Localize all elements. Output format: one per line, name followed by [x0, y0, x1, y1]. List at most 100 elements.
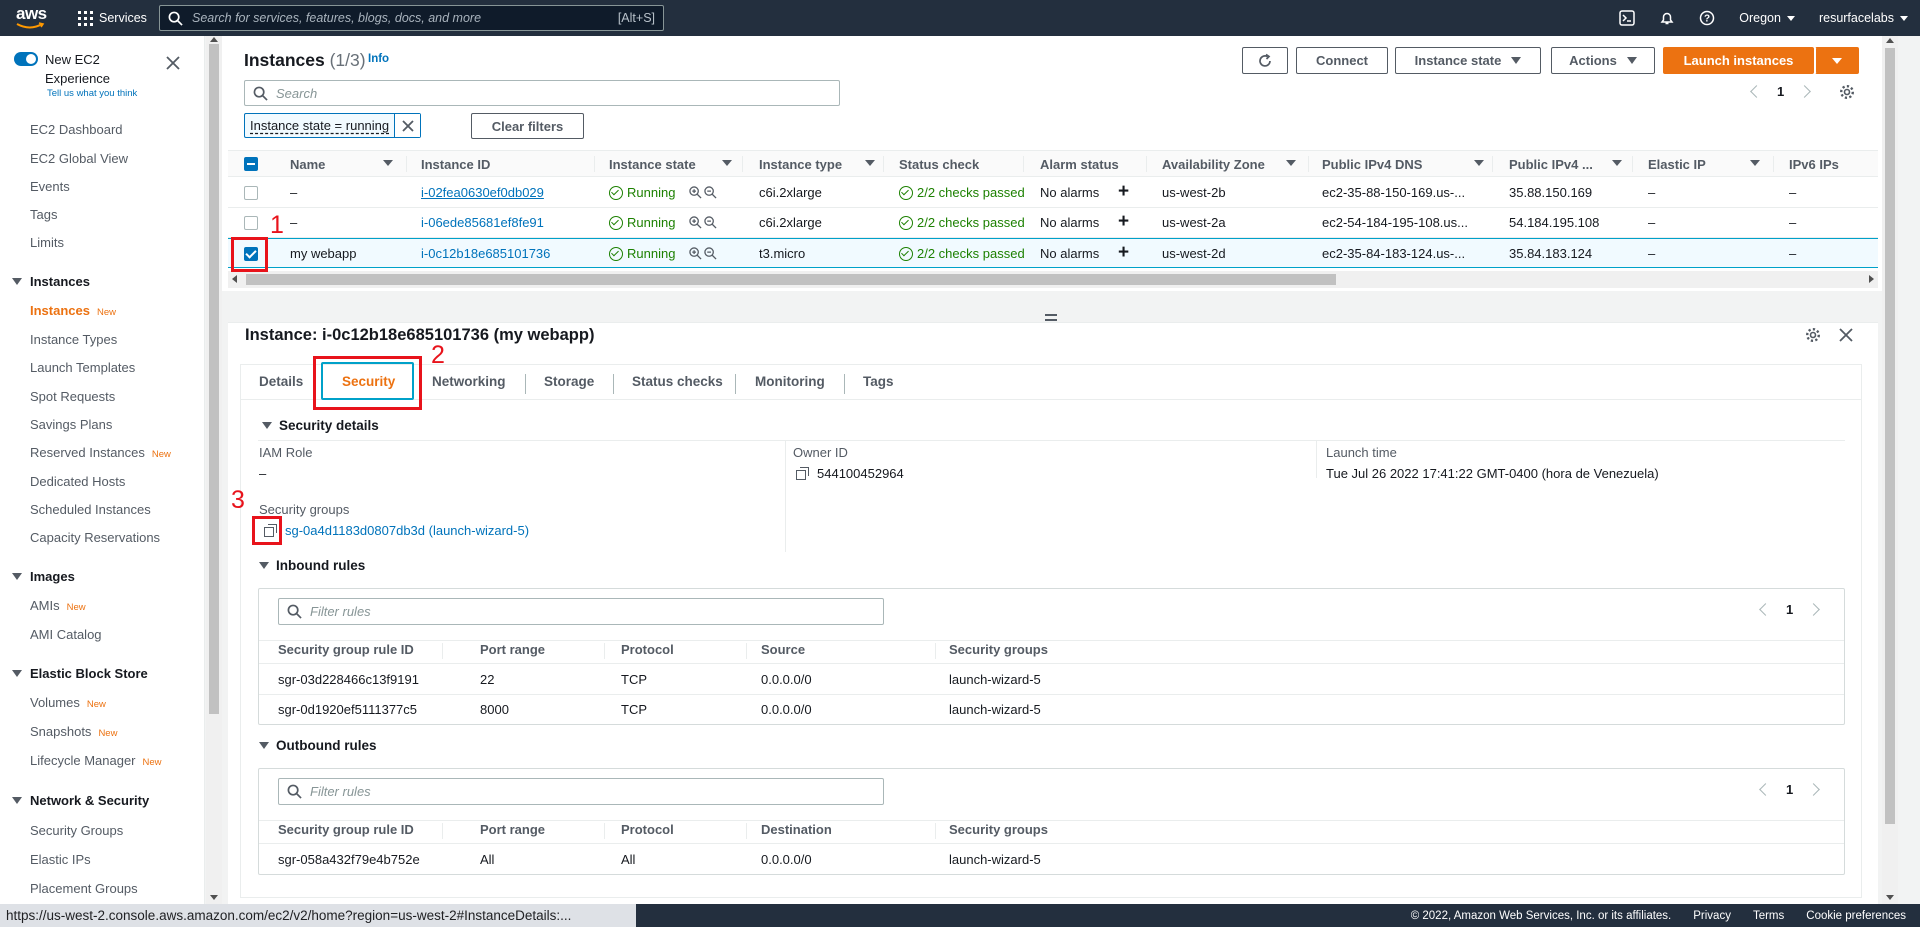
zoom-in-icon[interactable] [689, 186, 702, 199]
sidebar-item-placement-groups[interactable]: Placement Groups [30, 881, 138, 896]
table-row-selected[interactable]: my webapp i-0c12b18e685101736 Running t3… [228, 238, 1878, 268]
sidebar-item-instance-types[interactable]: Instance Types [30, 332, 117, 347]
sidebar-item-tags[interactable]: Tags [30, 207, 57, 222]
privacy-link[interactable]: Privacy [1693, 910, 1731, 922]
sidebar-item-lifecycle-manager[interactable]: Lifecycle Manager New [30, 753, 162, 768]
sidebar-item-capacity-reservations[interactable]: Capacity Reservations [30, 530, 160, 545]
chevron-right-icon[interactable] [1807, 603, 1821, 616]
add-alarm-icon[interactable]: + [1118, 242, 1129, 264]
chevron-right-icon[interactable] [1807, 783, 1821, 796]
page-vertical-scrollbar[interactable] [1882, 36, 1898, 904]
sidebar-item-ec2-dashboard[interactable]: EC2 Dashboard [30, 122, 123, 137]
global-search-input[interactable]: Search for services, features, blogs, do… [159, 5, 664, 31]
cloudshell-icon[interactable] [1618, 9, 1636, 27]
chevron-left-icon[interactable] [1759, 603, 1772, 616]
copy-icon[interactable] [796, 467, 809, 480]
table-row[interactable]: – i-06ede85681ef8fe91 Running c6i.2xlarg… [228, 208, 1878, 238]
add-alarm-icon[interactable]: + [1118, 181, 1129, 203]
sidebar-item-savings-plans[interactable]: Savings Plans [30, 417, 112, 432]
clear-filters-button[interactable]: Clear filters [471, 113, 584, 139]
sidebar-scrollbar[interactable] [206, 36, 222, 904]
page-number[interactable]: 1 [1786, 782, 1793, 797]
cell-instance-id[interactable]: i-02fea0630ef0db029 [421, 185, 544, 200]
bell-icon[interactable] [1658, 9, 1676, 27]
tab-monitoring[interactable]: Monitoring [755, 374, 825, 389]
select-all-checkbox[interactable] [244, 157, 258, 171]
sidebar-section-images[interactable]: Images [12, 569, 75, 584]
sidebar-item-reserved-instances[interactable]: Reserved Instances New [30, 445, 171, 460]
sidebar-item-launch-templates[interactable]: Launch Templates [30, 360, 135, 375]
column-header-elastic-ip[interactable]: Elastic IP [1648, 157, 1760, 172]
column-header-rule-id[interactable]: Security group rule ID [278, 822, 414, 837]
refresh-button[interactable] [1242, 47, 1288, 74]
connect-button[interactable]: Connect [1296, 47, 1388, 74]
column-header-status-check[interactable]: Status check [899, 157, 979, 172]
sidebar-item-elastic-ips[interactable]: Elastic IPs [30, 852, 91, 867]
security-details-header[interactable]: Security details [262, 418, 379, 433]
column-header-instance-id[interactable]: Instance ID [421, 157, 490, 172]
help-icon[interactable]: ? [1698, 9, 1716, 27]
sidebar-item-snapshots[interactable]: Snapshots New [30, 724, 117, 739]
region-selector[interactable]: Oregon [1739, 11, 1795, 25]
sidebar-item-events[interactable]: Events [30, 179, 70, 194]
inbound-filter-input[interactable]: Filter rules [278, 598, 884, 625]
zoom-in-icon[interactable] [689, 247, 702, 260]
aws-logo[interactable]: aws [16, 5, 50, 31]
column-header-port-range[interactable]: Port range [480, 642, 545, 657]
chevron-right-icon[interactable] [1798, 85, 1812, 98]
column-header-public-ipv4[interactable]: Public IPv4 ... [1509, 157, 1622, 172]
column-header-availability-zone[interactable]: Availability Zone [1162, 157, 1296, 172]
close-icon[interactable] [1839, 328, 1853, 342]
column-header-instance-type[interactable]: Instance type [759, 157, 875, 172]
page-number[interactable]: 1 [1786, 602, 1793, 617]
sidebar-item-volumes[interactable]: Volumes New [30, 695, 106, 710]
feedback-link[interactable]: Tell us what you think [47, 88, 137, 99]
column-header-ipv6[interactable]: IPv6 IPs [1789, 157, 1839, 172]
services-menu[interactable]: Services [78, 0, 147, 36]
actions-button[interactable]: Actions [1551, 47, 1655, 74]
sidebar-item-security-groups[interactable]: Security Groups [30, 823, 123, 838]
sidebar-item-scheduled-instances[interactable]: Scheduled Instances [30, 502, 151, 517]
add-alarm-icon[interactable]: + [1118, 211, 1129, 233]
column-header-rule-id[interactable]: Security group rule ID [278, 642, 414, 657]
sidebar-item-limits[interactable]: Limits [30, 235, 64, 250]
instance-state-button[interactable]: Instance state [1395, 47, 1541, 74]
remove-filter-button[interactable] [394, 114, 421, 137]
inbound-rules-header[interactable]: Inbound rules [259, 558, 365, 573]
new-experience-toggle[interactable] [14, 52, 38, 66]
cell-instance-id[interactable]: i-0c12b18e685101736 [421, 246, 550, 261]
launch-instances-button[interactable]: Launch instances [1663, 47, 1814, 74]
info-link[interactable]: Info [368, 53, 389, 65]
table-horizontal-scrollbar[interactable] [228, 271, 1878, 288]
sidebar-item-instances[interactable]: Instances New [30, 303, 116, 318]
column-header-public-dns[interactable]: Public IPv4 DNS [1322, 157, 1484, 172]
sidebar-section-network-security[interactable]: Network & Security [12, 793, 149, 808]
zoom-in-icon[interactable] [689, 216, 702, 229]
column-header-name[interactable]: Name [290, 157, 393, 172]
row-checkbox[interactable] [244, 186, 258, 200]
page-number[interactable]: 1 [1777, 84, 1784, 99]
sidebar-item-ami-catalog[interactable]: AMI Catalog [30, 627, 102, 642]
terms-link[interactable]: Terms [1753, 910, 1784, 922]
launch-instances-dropdown[interactable] [1815, 47, 1859, 74]
sidebar-item-amis[interactable]: AMIs New [30, 598, 86, 613]
zoom-out-icon[interactable] [704, 216, 717, 229]
column-header-instance-state[interactable]: Instance state [609, 157, 732, 172]
zoom-out-icon[interactable] [704, 247, 717, 260]
row-checkbox[interactable] [244, 216, 258, 230]
sidebar-item-global-view[interactable]: EC2 Global View [30, 151, 128, 166]
tab-details[interactable]: Details [259, 374, 303, 389]
filter-token[interactable]: Instance state = running [244, 113, 422, 138]
account-menu[interactable]: resurfacelabs [1819, 11, 1908, 25]
tab-tags[interactable]: Tags [863, 374, 894, 389]
column-header-protocol[interactable]: Protocol [621, 822, 674, 837]
column-header-security-groups[interactable]: Security groups [949, 642, 1048, 657]
sidebar-section-ebs[interactable]: Elastic Block Store [12, 666, 148, 681]
sidebar-item-dedicated-hosts[interactable]: Dedicated Hosts [30, 474, 125, 489]
sidebar-section-instances[interactable]: Instances [12, 274, 90, 289]
column-header-alarm-status[interactable]: Alarm status [1040, 157, 1119, 172]
security-group-link[interactable]: sg-0a4d1183d0807db3d (launch-wizard-5) [285, 523, 529, 538]
gear-icon[interactable] [1839, 84, 1855, 100]
outbound-filter-input[interactable]: Filter rules [278, 778, 884, 805]
cookie-preferences-link[interactable]: Cookie preferences [1806, 910, 1906, 922]
